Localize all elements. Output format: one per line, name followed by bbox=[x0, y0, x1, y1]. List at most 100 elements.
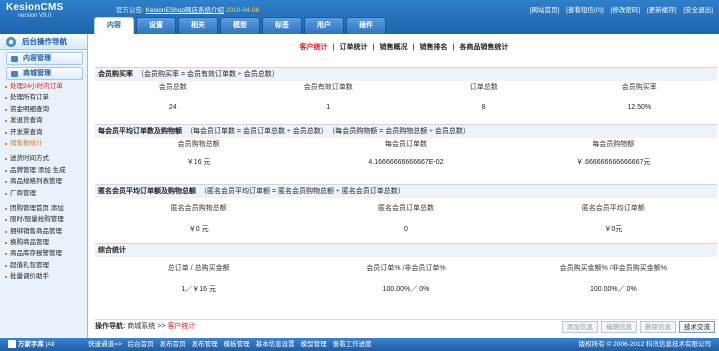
edit-button[interactable]: 编辑信息 bbox=[601, 321, 637, 333]
sidebar-item[interactable]: 批量调价助手 bbox=[0, 271, 87, 282]
sidebar-item[interactable]: 超值礼包管理 bbox=[0, 260, 87, 271]
header-row: 会员购物总额 每会员订单数 每会员购物额 bbox=[95, 138, 717, 152]
col-header: 会员有效订单数 bbox=[303, 84, 353, 91]
header-row: 总订单 / 总购买金额 会员订单% /非会员订单% 会员购买金额% /非会员购买… bbox=[95, 262, 717, 276]
value-anon-amount: ￥0 元 bbox=[188, 226, 209, 233]
subnav-item[interactable]: 订单统计 bbox=[340, 44, 368, 51]
sidebar-group-content[interactable]: 内容管理 bbox=[6, 52, 83, 65]
top-links: [网站首页] [查看短信(0)] [修改密码] [更新缓存] [安全退出] bbox=[525, 4, 713, 14]
value-anon-orders: 0 bbox=[404, 226, 408, 233]
subnav-item[interactable]: 销售概况 bbox=[380, 44, 408, 51]
footer-nav-link[interactable]: 后台首页 bbox=[128, 341, 154, 348]
footer-nav-link[interactable]: 发布首页 bbox=[160, 341, 186, 348]
sidebar-item[interactable]: 团购管理首页 添加 bbox=[0, 203, 87, 214]
col-header: 订单总数 bbox=[469, 84, 498, 91]
col-header: 会员订单% /非会员订单% bbox=[366, 265, 446, 272]
sub-nav: 客户统计 | 订单统计 | 销售概况 | 销售排名 | 各商品销售统计 bbox=[89, 42, 719, 56]
section-note: （每会员订单数 = 会员订单总数 ÷ 会员总数） bbox=[186, 128, 328, 135]
tab-settings[interactable]: 设置 bbox=[136, 17, 176, 34]
section-header: 综合统计 bbox=[95, 243, 717, 257]
value-anon-avg: ￥0元 bbox=[604, 226, 623, 233]
footer-nav-link[interactable]: 模板管理 bbox=[224, 341, 250, 348]
col-header: 匿名会员平均订单额 bbox=[581, 205, 645, 212]
logo: KesionCMS version V9.0 bbox=[6, 2, 63, 19]
section-title: 综合统计 bbox=[98, 247, 126, 254]
subnav-separator: | bbox=[372, 44, 375, 51]
gear-icon bbox=[6, 36, 16, 47]
logo-title: KesionCMS bbox=[6, 2, 64, 13]
footer-left: 万家字库 |All bbox=[4, 338, 55, 351]
value-row: ￥0 元 0 ￥0元 bbox=[95, 223, 717, 237]
footer-nav-link[interactable]: 查看工作进度 bbox=[333, 341, 372, 348]
sidebar-item[interactable]: 资金明细查询 bbox=[0, 104, 87, 115]
link-site-home[interactable]: [网站首页] bbox=[530, 7, 560, 14]
sidebar-item[interactable]: 商品库存报警管理 bbox=[0, 248, 87, 259]
subnav-item[interactable]: 客户统计 bbox=[300, 44, 328, 51]
tech-exchange-button[interactable]: 技术交流 bbox=[679, 321, 715, 333]
section-note: （会员购买率 = 会员有效订单数 ÷ 会员总数） bbox=[137, 71, 279, 78]
link-messages[interactable]: [查看短信(0)] bbox=[566, 7, 604, 14]
section-header: 会员购买率 （会员购买率 = 会员有效订单数 ÷ 会员总数） bbox=[95, 67, 717, 81]
sidebar-title: 后台操作导航 bbox=[0, 34, 87, 50]
sidebar-title-label: 后台操作导航 bbox=[22, 36, 67, 46]
link-logout[interactable]: [安全退出] bbox=[683, 7, 713, 14]
value-row: 24 1 8 12.50% bbox=[95, 101, 717, 115]
notice-link[interactable]: KesionEShop网店系统介绍 bbox=[146, 7, 224, 14]
footer-left-label-2: |All bbox=[45, 341, 55, 348]
col-header: 匿名会员订单总数 bbox=[377, 205, 434, 212]
tab-users[interactable]: 用户 bbox=[304, 17, 344, 34]
op-current: 客户统计 bbox=[167, 323, 196, 330]
tab-labels[interactable]: 标签 bbox=[262, 17, 302, 34]
top-header: KesionCMS version V9.0 官方公告: KesionEShop… bbox=[0, 0, 719, 34]
sidebar-item[interactable]: 销售数统计 bbox=[0, 138, 87, 149]
add-button[interactable]: 添加信息 bbox=[562, 321, 598, 333]
sidebar-item[interactable]: 限时/限量抢购管理 bbox=[0, 214, 87, 225]
col-header: 会员购买率 bbox=[621, 84, 657, 91]
section-header: 每会员平均订单数及购物额 （每会员订单数 = 会员订单总数 ÷ 会员总数） （每会员… bbox=[95, 124, 717, 138]
sidebar-item[interactable]: 换购商品管理 bbox=[0, 237, 87, 248]
sidebar-item[interactable]: 发退货查询 bbox=[0, 115, 87, 126]
sidebar-item[interactable]: 开发票查询 bbox=[0, 127, 87, 138]
sidebar-item[interactable]: 处理24小时内订单 bbox=[0, 81, 87, 92]
value-row: ￥16 元 4.16666666666667E-02 ￥.66666666666… bbox=[95, 156, 717, 170]
delete-button[interactable]: 删除信息 bbox=[640, 321, 676, 333]
footer-nav-link[interactable]: 基本信息设置 bbox=[256, 341, 295, 348]
sidebar-item[interactable]: 商品规格列表管理 bbox=[0, 176, 87, 187]
subnav-item[interactable]: 各商品销售统计 bbox=[459, 44, 508, 51]
sidebar-item[interactable]: 处理所有订单 bbox=[0, 92, 87, 103]
subnav-item[interactable]: 销售排名 bbox=[419, 44, 447, 51]
header-row: 会员总数 会员有效订单数 订单总数 会员购买率 bbox=[95, 81, 717, 95]
sidebar-item[interactable]: 厂商管理 bbox=[0, 188, 87, 199]
sidebar-group-shop[interactable]: 商城管理 bbox=[6, 67, 83, 80]
footer-nav-link[interactable]: 模型管理 bbox=[301, 341, 327, 348]
section-anonymous: 匿名会员平均订单额及购物总额 （匿名会员平均订单额 = 匿名会员购物总额 ÷ 匿名… bbox=[95, 184, 717, 237]
sidebar-item[interactable]: 品牌管理 添加 生成 bbox=[0, 165, 87, 176]
footer-quick-nav: 快速通道=> 后台首页 发布首页 发布管理 模板管理 基本信息设置 模型管理 查看工作进度 bbox=[88, 338, 378, 351]
value-purchase-rate: 12.50% bbox=[627, 104, 652, 111]
op-label: 操作导航: bbox=[95, 323, 126, 330]
footer-nav-link[interactable]: 发布管理 bbox=[192, 341, 218, 348]
notice-date: 2010-04-08 bbox=[225, 7, 260, 14]
col-header: 会员购买金额% /非会员购买金额% bbox=[559, 265, 667, 272]
official-notice: 官方公告: KesionEShop网店系统介绍 2010-04-08 bbox=[116, 4, 259, 14]
link-change-password[interactable]: [修改密码] bbox=[611, 7, 641, 14]
section-header: 匿名会员平均订单额及购物总额 （匿名会员平均订单额 = 匿名会员购物总额 ÷ 匿名… bbox=[95, 184, 717, 198]
subnav-separator: | bbox=[332, 44, 335, 51]
op-path[interactable]: 商城系统 >> bbox=[127, 323, 165, 330]
tab-related[interactable]: 相关 bbox=[178, 17, 218, 34]
logo-version: version V9.0 bbox=[18, 13, 52, 19]
link-update-cache[interactable]: [更新缓存] bbox=[647, 7, 677, 14]
section-overall: 综合统计 总订单 / 总购买金额 会员订单% /非会员订单% 会员购买金额% /… bbox=[95, 243, 717, 297]
sidebar-item[interactable]: 送货时间方式 bbox=[0, 153, 87, 164]
tab-plugins[interactable]: 插件 bbox=[346, 17, 386, 34]
tab-content[interactable]: 内容 bbox=[94, 17, 134, 34]
footer-bar: 万家字库 |All 快速通道=> 后台首页 发布首页 发布管理 模板管理 基本信息设置 模型… bbox=[0, 338, 719, 351]
value-total-orders: 1／￥16 元 bbox=[181, 286, 216, 293]
notice-label: 官方公告: bbox=[116, 7, 144, 14]
col-header: 匿名会员购物总额 bbox=[170, 205, 227, 212]
sidebar-item[interactable]: 捆绑销售商品管理 bbox=[0, 226, 87, 237]
operation-bar: 操作导航: 商城系统 >> 客户统计 添加信息 编辑信息 删除信息 技术交流 bbox=[95, 319, 717, 333]
section-title: 每会员平均订单数及购物额 bbox=[98, 128, 182, 135]
tab-models[interactable]: 模型 bbox=[220, 17, 260, 34]
subnav-separator: | bbox=[412, 44, 415, 51]
